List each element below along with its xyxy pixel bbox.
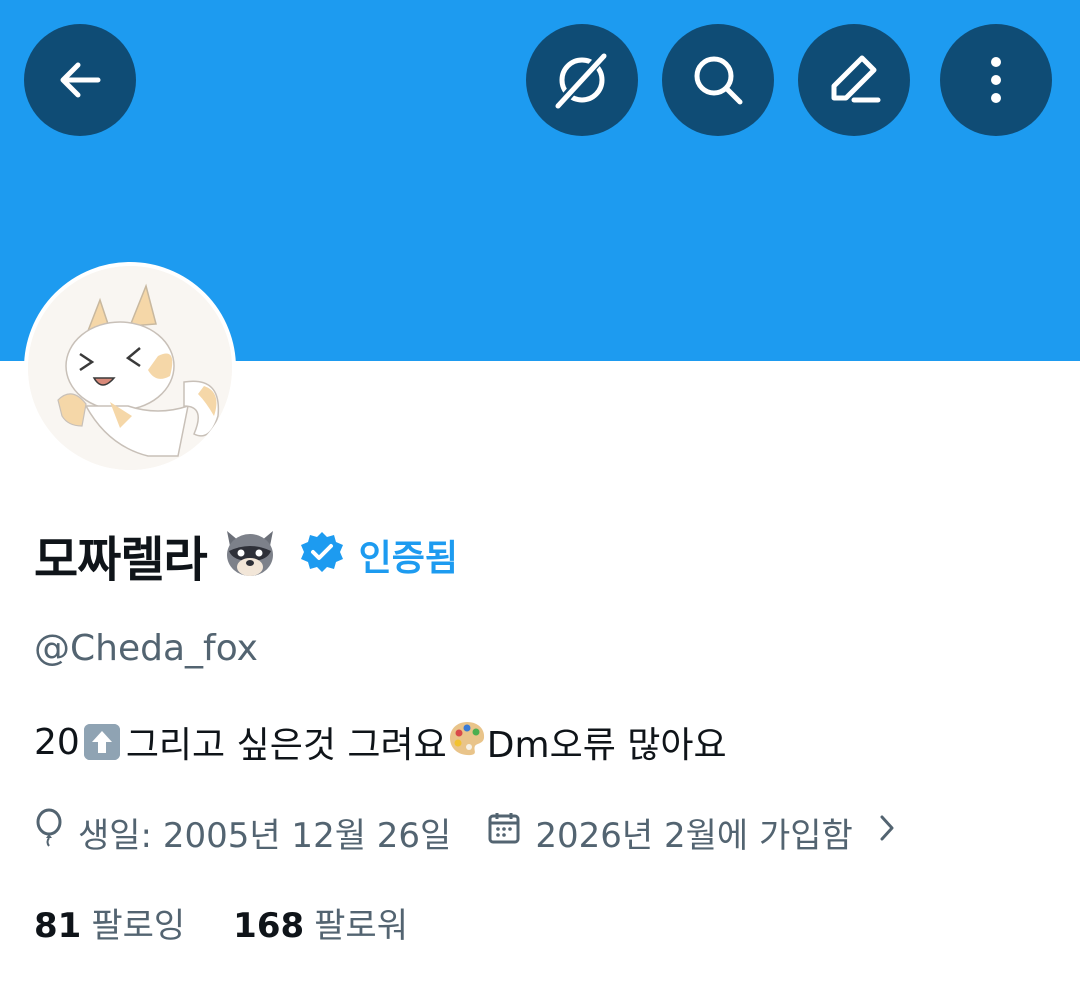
balloon-icon	[34, 808, 64, 857]
chevron-right-icon[interactable]	[877, 812, 897, 852]
grok-icon	[555, 51, 607, 109]
profile-meta: 생일: 2005년 12월 26일 2026년 2월에 가입함	[34, 806, 897, 858]
name-row: 모짜렐라 인증됨	[34, 520, 458, 590]
followers-label: 팔로워	[314, 905, 408, 946]
back-button[interactable]	[24, 24, 136, 136]
bio-text-start: 20	[34, 721, 80, 763]
following-label: 팔로잉	[91, 905, 186, 946]
joined-text[interactable]: 2026년 2월에 가입함	[535, 808, 852, 857]
avatar-image	[28, 266, 232, 470]
profile-bio: 20 그리고 싶은것 그려요 Dm오류 많아요	[34, 716, 727, 768]
search-button[interactable]	[662, 24, 774, 136]
more-vertical-icon	[991, 57, 1001, 103]
following-count: 81	[34, 905, 82, 946]
profile-avatar[interactable]	[24, 262, 236, 474]
birthday-text: 생일: 2005년 12월 26일	[78, 815, 452, 856]
following-link[interactable]: 81 팔로잉	[34, 898, 185, 947]
bio-text-end: Dm오류 많아요	[486, 725, 727, 766]
grok-button[interactable]	[526, 24, 638, 136]
more-button[interactable]	[940, 24, 1052, 136]
follow-stats: 81 팔로잉 168 팔로워	[34, 896, 408, 948]
profile-handle: @Cheda_fox	[34, 628, 258, 669]
followers-link[interactable]: 168 팔로워	[233, 898, 408, 947]
profile-page: 모짜렐라 인증됨 @Cheda_fox 20 그리고 싶은것 그려요 Dm오류 …	[0, 0, 1080, 997]
palette-emoji-icon	[447, 719, 487, 766]
raccoon-emoji-icon	[221, 527, 279, 583]
verified-badge-icon[interactable]	[299, 530, 345, 580]
arrow-left-icon	[60, 62, 101, 98]
followers-count: 168	[233, 905, 305, 946]
verified-label[interactable]: 인증됨	[359, 529, 458, 581]
fox-drawing-icon	[28, 266, 232, 470]
bio-text-middle: 그리고 싶은것 그려요	[125, 725, 447, 766]
edit-button[interactable]	[798, 24, 910, 136]
up-arrow-emoji-icon	[83, 724, 120, 760]
display-name: 모짜렐라	[34, 532, 208, 588]
search-icon	[694, 56, 743, 105]
pencil-icon	[831, 55, 881, 103]
calendar-icon	[487, 811, 521, 854]
